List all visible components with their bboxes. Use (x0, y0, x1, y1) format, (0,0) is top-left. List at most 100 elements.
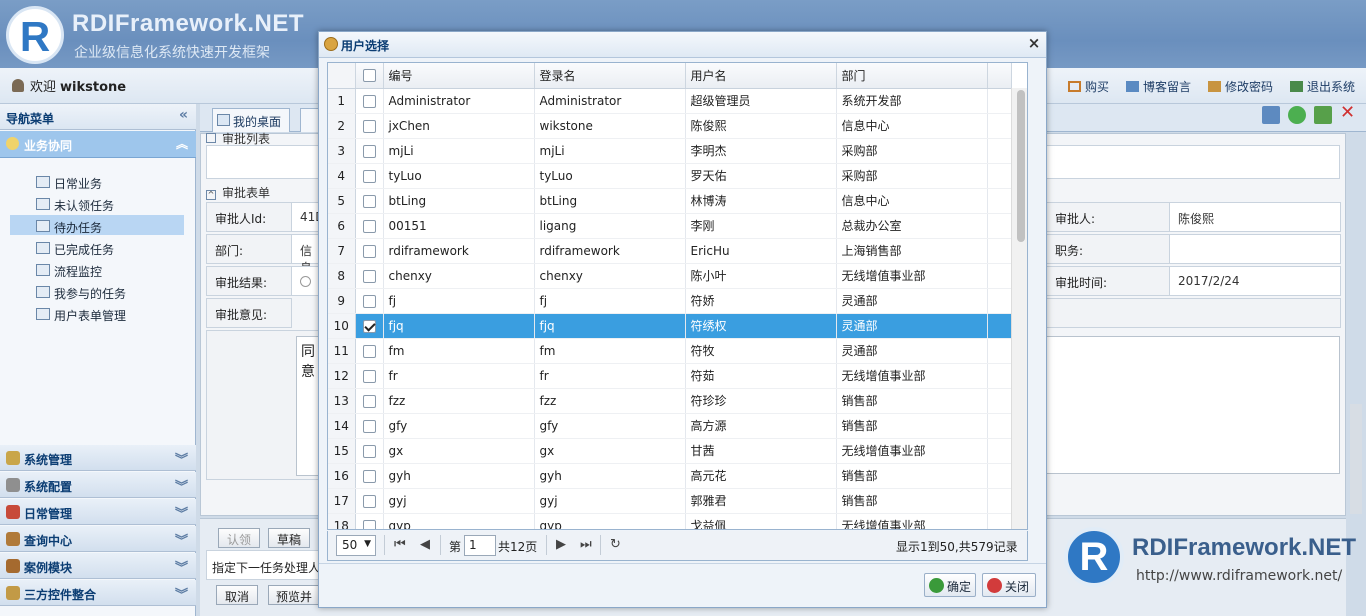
close-button[interactable]: 关闭 (982, 573, 1036, 597)
check-icon (929, 578, 944, 593)
nav-group-cases[interactable]: 案例模块 ︾ (0, 553, 196, 579)
fullscreen-icon[interactable] (1314, 106, 1332, 124)
table-row[interactable]: 18 gyp gyp 戈益佩 无线增值事业部 (328, 513, 1012, 529)
rownum-header (328, 63, 356, 89)
table-row[interactable]: 2 jxChen wikstone 陈俊熙 信息中心 (328, 113, 1012, 139)
cell-spacer (987, 338, 1012, 364)
grid-scroll-thumb[interactable] (1017, 90, 1025, 242)
dialog-titlebar[interactable]: 用户选择 (319, 32, 1046, 58)
nav-item-daily-business[interactable]: 日常业务 (36, 172, 102, 192)
row-checkbox[interactable] (355, 488, 384, 514)
dialog-close-icon[interactable]: × (1026, 34, 1042, 52)
result-radio[interactable] (291, 266, 321, 296)
table-row[interactable]: 10 fjq fjq 符绣权 灵通部 (328, 313, 1012, 339)
nav-group-third-party[interactable]: 三方控件整合 ︾ (0, 580, 196, 606)
nav-item-todo-tasks[interactable]: 待办任务 (36, 216, 102, 236)
nav-item-user-forms[interactable]: 用户表单管理 (36, 304, 126, 324)
row-checkbox[interactable] (355, 213, 384, 239)
prev-page-icon[interactable]: ◀ (420, 537, 430, 552)
preview-button[interactable]: 预览并 (268, 585, 320, 605)
table-row[interactable]: 7 rdiframework rdiframework EricHu 上海销售部 (328, 238, 1012, 264)
page-size-select[interactable]: 50 ▼ (336, 535, 376, 556)
table-header-row: 编号 登录名 用户名 部门 (328, 63, 1012, 89)
col-header-dept[interactable]: 部门 (836, 63, 988, 89)
checkbox-icon (362, 219, 376, 233)
table-row[interactable]: 6 00151 ligang 李刚 总裁办公室 (328, 213, 1012, 239)
change-password-link[interactable]: 修改密码 (1208, 78, 1273, 95)
row-checkbox[interactable] (355, 138, 384, 164)
opinion-textarea-right[interactable] (1046, 336, 1340, 474)
last-page-icon[interactable]: ⏭ (580, 537, 592, 552)
row-checkbox[interactable] (355, 188, 384, 214)
chevron-down-icon: ︾ (174, 480, 188, 495)
row-checkbox[interactable] (355, 313, 384, 339)
blog-link[interactable]: 博客留言 (1126, 78, 1191, 95)
select-all-checkbox[interactable] (355, 63, 384, 89)
label-duty: 职务: (1046, 234, 1170, 264)
cell-login: mjLi (534, 138, 686, 164)
row-number: 14 (328, 413, 356, 439)
row-checkbox[interactable] (355, 438, 384, 464)
nav-group-system-config[interactable]: 系统配置 ︾ (0, 472, 196, 498)
row-checkbox[interactable] (355, 413, 384, 439)
table-row[interactable]: 9 fj fj 符娇 灵通部 (328, 288, 1012, 314)
first-page-icon[interactable]: ⏮ (394, 537, 406, 552)
page-scrollbar[interactable] (1350, 404, 1362, 514)
table-row[interactable]: 8 chenxy chenxy 陈小叶 无线增值事业部 (328, 263, 1012, 289)
table-row[interactable]: 17 gyj gyj 郭雅君 销售部 (328, 488, 1012, 514)
col-header-id[interactable]: 编号 (383, 63, 535, 89)
row-checkbox[interactable] (355, 463, 384, 489)
blog-icon (1126, 81, 1139, 92)
cancel-button[interactable]: 取消 (216, 585, 258, 605)
confirm-button[interactable]: 确定 (924, 573, 976, 597)
nav-item-unclaimed-tasks[interactable]: 未认领任务 (36, 194, 114, 214)
row-checkbox[interactable] (355, 113, 384, 139)
logout-link[interactable]: 退出系统 (1290, 78, 1355, 95)
row-checkbox[interactable] (355, 363, 384, 389)
nav-group-daily-admin[interactable]: 日常管理 ︾ (0, 499, 196, 525)
cell-name: 戈益佩 (685, 513, 837, 529)
buy-link[interactable]: 购买 (1068, 78, 1109, 95)
close-tab-icon[interactable]: ✕ (1340, 104, 1358, 122)
row-checkbox[interactable] (355, 88, 384, 114)
table-row[interactable]: 15 gx gx 甘茜 无线增值事业部 (328, 438, 1012, 464)
next-page-icon[interactable]: ▶ (556, 537, 566, 552)
row-checkbox[interactable] (355, 238, 384, 264)
col-header-login[interactable]: 登录名 (534, 63, 686, 89)
row-checkbox[interactable] (355, 388, 384, 414)
cell-id: btLing (383, 188, 535, 214)
plugin-icon (6, 586, 20, 600)
collapse-nav-icon[interactable]: « (179, 107, 188, 123)
row-checkbox[interactable] (355, 513, 384, 529)
nav-group-query[interactable]: 查询中心 ︾ (0, 526, 196, 552)
nav-group-system-admin[interactable]: 系统管理 ︾ (0, 445, 196, 471)
nav-item-done-tasks[interactable]: 已完成任务 (36, 238, 114, 258)
cell-login: Administrator (534, 88, 686, 114)
row-checkbox[interactable] (355, 338, 384, 364)
cell-dept: 销售部 (836, 463, 988, 489)
table-row[interactable]: 1 Administrator Administrator 超级管理员 系统开发部 (328, 88, 1012, 114)
table-row[interactable]: 14 gfy gfy 高方源 销售部 (328, 413, 1012, 439)
table-row[interactable]: 5 btLing btLing 林博涛 信息中心 (328, 188, 1012, 214)
page-number-input[interactable]: 1 (464, 535, 496, 556)
row-checkbox[interactable] (355, 263, 384, 289)
cell-dept: 系统开发部 (836, 88, 988, 114)
table-row[interactable]: 4 tyLuo tyLuo 罗天佑 采购部 (328, 163, 1012, 189)
home-icon[interactable] (1262, 106, 1280, 124)
table-row[interactable]: 12 fr fr 符茹 无线增值事业部 (328, 363, 1012, 389)
refresh-icon[interactable] (1288, 106, 1306, 124)
tab-my-desktop[interactable]: 我的桌面 (212, 108, 290, 132)
row-checkbox[interactable] (355, 288, 384, 314)
nav-group-workflow[interactable]: 业务协同 ︽ (0, 131, 196, 158)
table-row[interactable]: 16 gyh gyh 高元花 销售部 (328, 463, 1012, 489)
row-checkbox[interactable] (355, 163, 384, 189)
reload-icon[interactable]: ↻ (610, 537, 621, 552)
table-row[interactable]: 13 fzz fzz 符珍珍 销售部 (328, 388, 1012, 414)
col-header-name[interactable]: 用户名 (685, 63, 837, 89)
claim-button[interactable]: 认领 (218, 528, 260, 548)
table-row[interactable]: 3 mjLi mjLi 李明杰 采购部 (328, 138, 1012, 164)
draft-button[interactable]: 草稿 (268, 528, 310, 548)
nav-item-flow-monitor[interactable]: 流程监控 (36, 260, 102, 280)
nav-item-my-tasks[interactable]: 我参与的任务 (36, 282, 126, 302)
table-row[interactable]: 11 fm fm 符牧 灵通部 (328, 338, 1012, 364)
